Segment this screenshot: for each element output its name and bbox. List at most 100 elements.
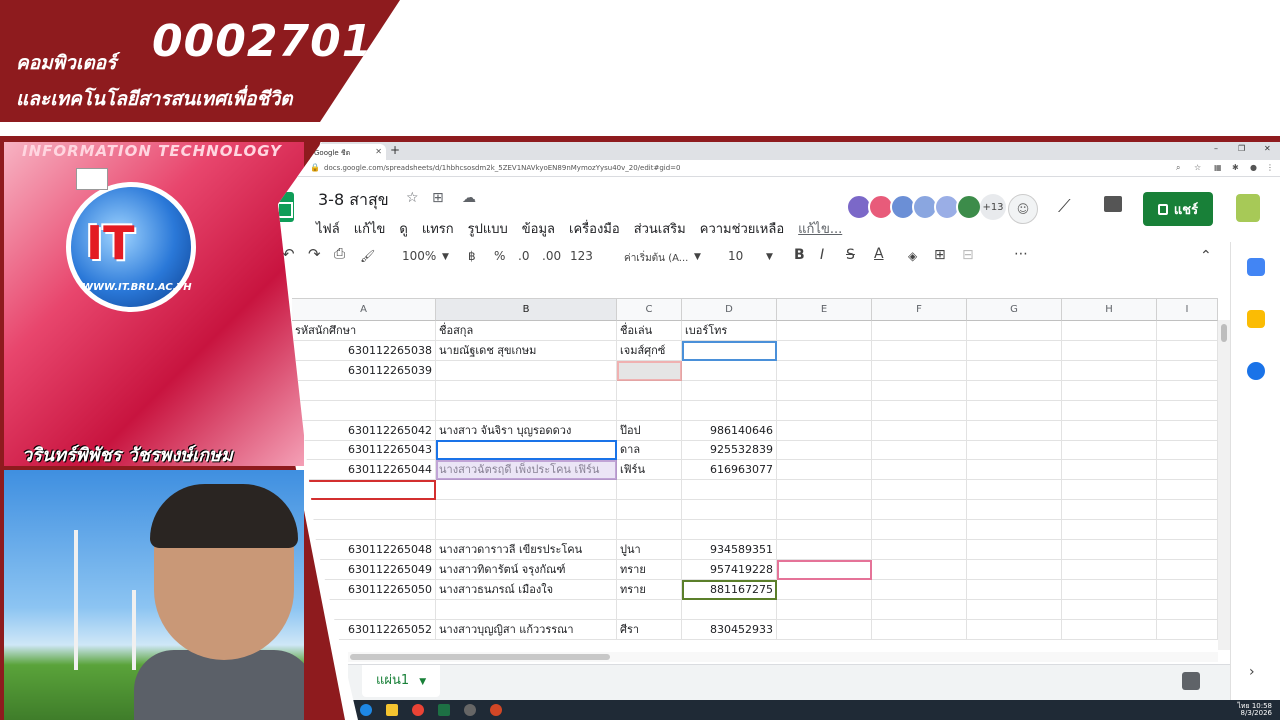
percent-button[interactable]: % (494, 249, 505, 263)
menu-help[interactable]: ความช่วยเหลือ (700, 218, 784, 239)
cell-g12[interactable] (967, 539, 1062, 560)
cell-c9[interactable] (617, 480, 682, 501)
cell-a12[interactable]: 630112265048 (292, 539, 436, 560)
cell-f16[interactable] (872, 619, 967, 640)
cell-h15[interactable] (1062, 599, 1157, 620)
powerpoint-icon[interactable] (490, 704, 502, 716)
cell-b9[interactable] (436, 480, 617, 501)
cell-h6[interactable] (1062, 420, 1157, 441)
cell-c5[interactable] (617, 400, 682, 421)
cell-h9[interactable] (1062, 480, 1157, 501)
column-header-c[interactable]: C (617, 299, 682, 321)
cell-e9[interactable] (777, 480, 872, 501)
cell-h4[interactable] (1062, 380, 1157, 401)
cloud-status-icon[interactable]: ☁ (462, 190, 476, 206)
cell-a7[interactable]: 630112265043 (292, 440, 436, 461)
cell-c16[interactable]: ศีรา (617, 619, 682, 640)
cell-e16[interactable] (777, 619, 872, 640)
cell-b14[interactable]: นางสาวธนภรณ์ เมืองใจ (436, 579, 617, 600)
cell-i6[interactable] (1157, 420, 1218, 441)
cell-c6[interactable]: ป๊อป (617, 420, 682, 441)
menu-addons[interactable]: ส่วนเสริม (634, 218, 686, 239)
cell-a1[interactable]: รหัสนักศึกษา (292, 321, 436, 341)
edge-icon[interactable] (360, 704, 372, 716)
chrome-icon[interactable] (412, 704, 424, 716)
cell-f3[interactable] (872, 360, 967, 381)
cell-h12[interactable] (1062, 539, 1157, 560)
cell-g10[interactable] (967, 500, 1062, 521)
chevron-down-icon[interactable]: ▼ (419, 677, 426, 687)
keep-icon[interactable] (1247, 310, 1265, 328)
cell-e7[interactable] (777, 440, 872, 461)
increase-decimal-button[interactable]: .00 (542, 249, 561, 263)
cell-a8[interactable]: 630112265044 (292, 460, 436, 481)
cell-i11[interactable] (1157, 520, 1218, 540)
cell-g9[interactable] (967, 480, 1062, 501)
column-header-i[interactable]: I (1157, 299, 1218, 321)
cell-d15[interactable] (682, 599, 777, 620)
cell-e11[interactable] (777, 520, 872, 540)
borders-icon[interactable]: ⊞ (934, 247, 946, 263)
cell-g5[interactable] (967, 400, 1062, 421)
cell-e12[interactable] (777, 539, 872, 560)
column-header-h[interactable]: H (1062, 299, 1157, 321)
cell-g13[interactable] (967, 559, 1062, 580)
column-header-e[interactable]: E (777, 299, 872, 321)
menu-view[interactable]: ดู (399, 218, 407, 239)
cell-h8[interactable] (1062, 460, 1157, 481)
profile-icon[interactable]: ● (1250, 163, 1257, 172)
share-button[interactable]: แชร์ (1143, 192, 1213, 226)
cell-g11[interactable] (967, 520, 1062, 540)
last-edit-link[interactable]: แก้ไข... (798, 218, 842, 239)
cell-b3[interactable] (436, 360, 617, 381)
cell-i14[interactable] (1157, 579, 1218, 600)
cell-a5[interactable] (292, 400, 436, 421)
cell-i9[interactable] (1157, 480, 1218, 501)
cell-f15[interactable] (872, 599, 967, 620)
more-collaborators[interactable]: +13 (980, 194, 1006, 220)
cell-c10[interactable] (617, 500, 682, 521)
expand-panel-icon[interactable]: › (1249, 664, 1255, 680)
cell-c1[interactable]: ชื่อเล่น (617, 321, 682, 341)
fill-color-icon[interactable]: ◈ (908, 249, 917, 263)
cell-d7[interactable]: 925532839 (682, 440, 777, 461)
column-header-g[interactable]: G (967, 299, 1062, 321)
tasks-icon[interactable] (1247, 362, 1265, 380)
cell-a3[interactable]: 630112265039 (292, 360, 436, 381)
cell-b5[interactable] (436, 400, 617, 421)
cell-g2[interactable] (967, 340, 1062, 361)
cell-i13[interactable] (1157, 559, 1218, 580)
currency-button[interactable]: ฿ (468, 249, 476, 263)
cell-f14[interactable] (872, 579, 967, 600)
menu-data[interactable]: ข้อมูล (522, 218, 555, 239)
maximize-button[interactable]: ❐ (1238, 144, 1245, 153)
cell-g3[interactable] (967, 360, 1062, 381)
cell-i2[interactable] (1157, 340, 1218, 361)
cell-h7[interactable] (1062, 440, 1157, 461)
browser-tab[interactable]: Google ชีต ✕ (310, 144, 386, 160)
cell-a4[interactable] (292, 380, 436, 401)
move-folder-icon[interactable]: ⊞ (432, 190, 444, 206)
column-header-a[interactable]: A (292, 299, 436, 321)
zoom-icon[interactable]: ⌕ (1176, 163, 1180, 173)
cell-i10[interactable] (1157, 500, 1218, 521)
cell-h5[interactable] (1062, 400, 1157, 421)
cell-e2[interactable] (777, 340, 872, 361)
cell-i16[interactable] (1157, 619, 1218, 640)
cell-a10[interactable] (292, 500, 436, 521)
cell-f8[interactable] (872, 460, 967, 481)
cell-d10[interactable] (682, 500, 777, 521)
cell-d3[interactable] (682, 360, 777, 381)
chevron-down-icon[interactable]: ▼ (694, 252, 701, 262)
cell-c11[interactable] (617, 520, 682, 540)
merge-cells-icon[interactable]: ⊟ (962, 247, 974, 263)
cell-b6[interactable]: นางสาว จันจิรา บุญรอดดวง (436, 420, 617, 441)
minimize-button[interactable]: – (1214, 144, 1218, 153)
cell-c2[interactable]: เจมส์ศุกซ์ (617, 340, 682, 361)
cell-e5[interactable] (777, 400, 872, 421)
font-size-select[interactable]: 10 (728, 249, 743, 263)
calendar-icon[interactable] (1247, 258, 1265, 276)
font-select[interactable]: ค่าเริ่มต้น (A... (624, 251, 688, 266)
extension-icon[interactable]: ▦ (1214, 163, 1222, 172)
cell-c7[interactable]: ดาล (617, 440, 682, 461)
